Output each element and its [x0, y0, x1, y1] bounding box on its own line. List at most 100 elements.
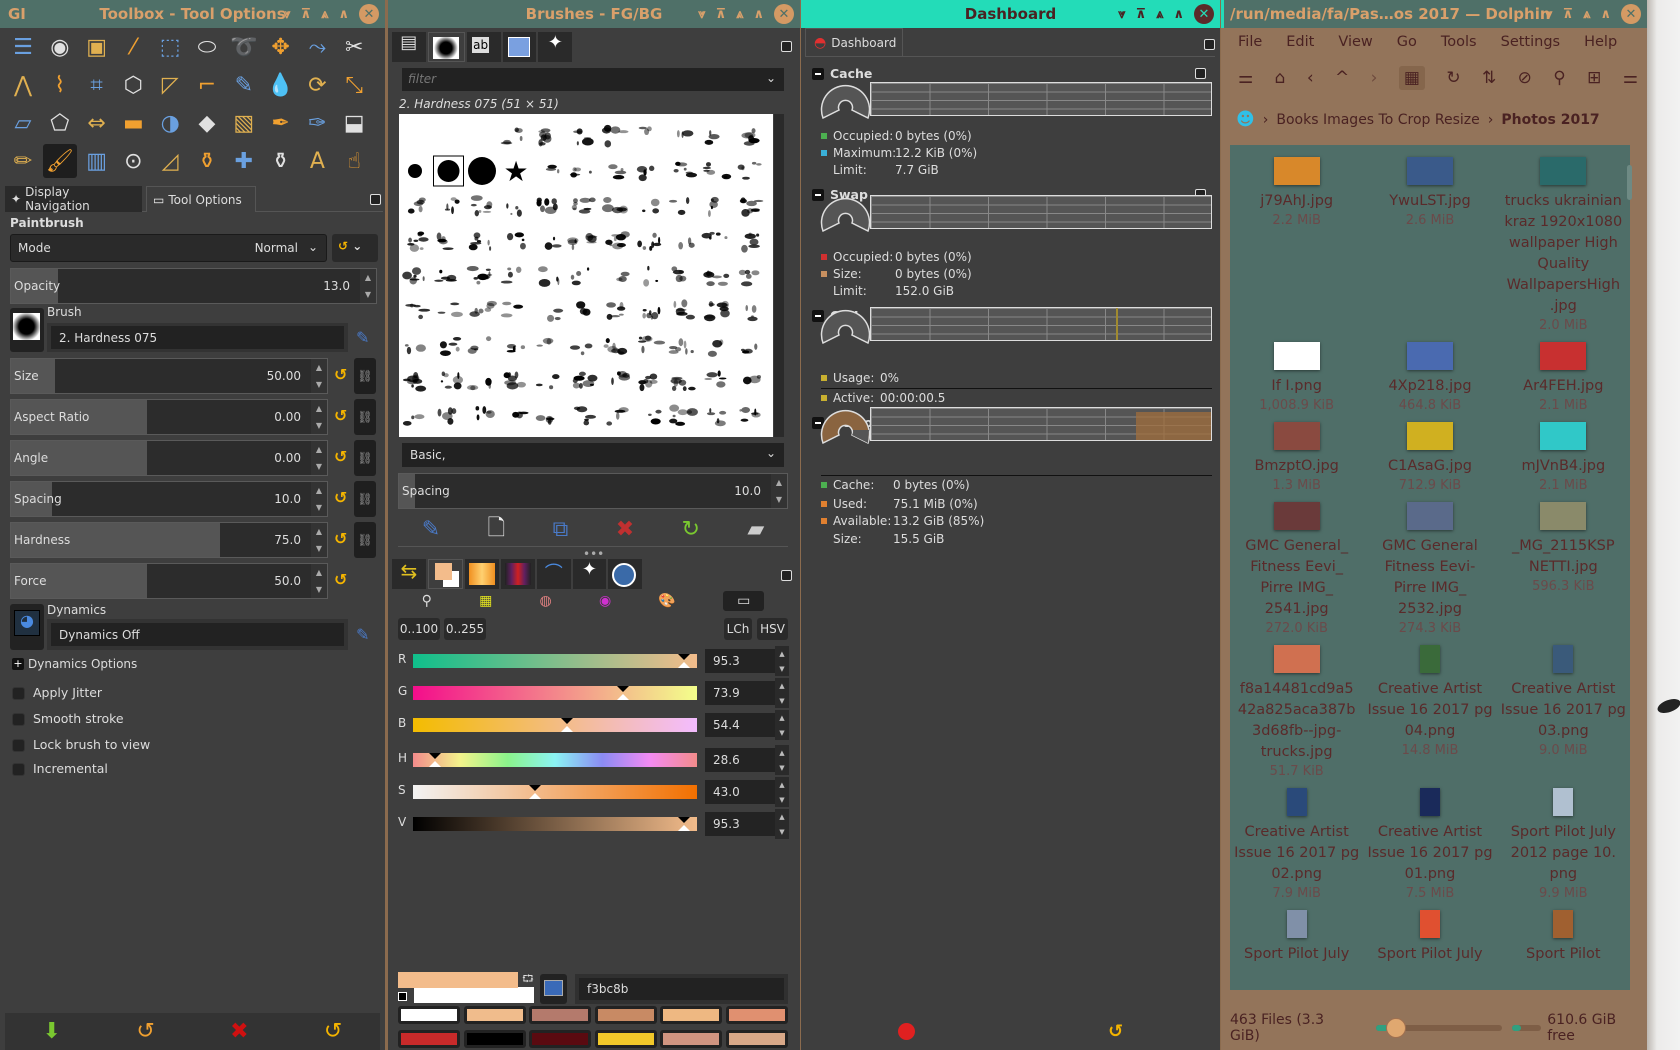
rect-select-icon[interactable]: ⬚: [153, 30, 187, 64]
move-icon[interactable]: ✥: [264, 30, 298, 64]
spinner[interactable]: ▲ ▼: [775, 777, 789, 807]
param-slider-hardness[interactable]: Hardness 75.0 ▲ ▼: [10, 522, 328, 558]
palette-icon[interactable]: 🎨: [658, 593, 675, 609]
wheel-icon[interactable]: ◉: [599, 593, 611, 609]
slider-s[interactable]: [413, 785, 697, 799]
file-item[interactable]: Creative Artist Issue 16 2017 pg 01.png 7…: [1363, 788, 1496, 902]
link-to-brush-icon[interactable]: ⛓: [354, 399, 376, 435]
scales-easel-icon[interactable]: ▭: [723, 591, 765, 611]
edit-dynamics-icon[interactable]: ✎: [356, 625, 369, 644]
handle-transform-icon[interactable]: ⬠: [43, 106, 77, 140]
record-icon[interactable]: [897, 1023, 915, 1040]
link-to-brush-icon[interactable]: ⛓: [354, 440, 376, 476]
file-item[interactable]: trucks ukrainian kraz 1920x1080 wallpape…: [1497, 157, 1630, 334]
slider-handle[interactable]: [677, 817, 690, 823]
default-colors-icon[interactable]: [398, 992, 407, 1001]
reset-icon[interactable]: ↺: [334, 447, 347, 466]
spinner[interactable]: ▲ ▼: [775, 745, 789, 775]
edit-brush-icon[interactable]: ✎: [356, 328, 369, 347]
home-icon[interactable]: ⌂: [1275, 68, 1286, 88]
forward-icon[interactable]: ›: [1371, 68, 1378, 88]
fg-select-icon[interactable]: ◉: [43, 30, 77, 64]
param-slider-aspect-ratio[interactable]: Aspect Ratio 0.00 ▲ ▼: [10, 399, 328, 435]
places-emoji-icon[interactable]: ☻: [1236, 109, 1255, 130]
param-slider-angle[interactable]: Angle 0.00 ▲ ▼: [10, 440, 328, 476]
search-icon[interactable]: ⚲: [1553, 68, 1565, 88]
menu-go[interactable]: Go: [1397, 34, 1417, 50]
reset-icon[interactable]: ↺: [1108, 1021, 1123, 1042]
layers-tab-icon[interactable]: ▤: [392, 32, 426, 62]
file-item[interactable]: Sport Pilot July: [1230, 910, 1363, 965]
spinner[interactable]: ▲ ▼: [775, 809, 789, 839]
spinner[interactable]: ▲ ▼: [775, 678, 789, 708]
scissors-icon[interactable]: ✂: [337, 30, 371, 64]
hsv-button[interactable]: HSV: [757, 618, 788, 640]
spinner[interactable]: ▲ ▼: [775, 710, 789, 740]
lch-button[interactable]: LCh: [724, 618, 752, 640]
breadcrumb-current[interactable]: Photos 2017: [1501, 112, 1599, 128]
icons-view-icon[interactable]: ▦: [1398, 66, 1425, 90]
tab-tool-options[interactable]: ▭ Tool Options: [146, 186, 256, 212]
keep-above-icon[interactable]: ⩓: [1583, 7, 1590, 22]
checkbox-smooth-stroke[interactable]: [12, 713, 25, 726]
dock-menu-button[interactable]: [1204, 39, 1215, 50]
reset-icon[interactable]: ↺: [334, 488, 347, 507]
paintbrush-icon[interactable]: 🖌: [42, 144, 77, 178]
undo-history-tab-icon[interactable]: ⇆: [392, 559, 426, 589]
back-icon[interactable]: ‹: [1307, 68, 1314, 88]
menu-help[interactable]: Help: [1584, 34, 1617, 50]
checkbox-apply-jitter[interactable]: [12, 687, 25, 700]
settings-icon[interactable]: ⚌: [1623, 68, 1638, 88]
color-history-swatch[interactable]: [463, 1006, 526, 1024]
opacity-slider[interactable]: Opacity 13.0 ▲ ▼: [10, 268, 377, 304]
slider-value[interactable]: 43.0: [705, 780, 775, 804]
reset-icon[interactable]: ↺: [334, 570, 347, 589]
slider-value[interactable]: 73.9: [705, 681, 775, 705]
file-item[interactable]: C1AsaG.jpg 712.9 KiB: [1363, 422, 1496, 494]
slider-g[interactable]: [413, 686, 697, 700]
checkbox-lock-brush-to-view[interactable]: [12, 739, 25, 752]
brush-thumbnail[interactable]: [468, 157, 496, 185]
dock-menu-button[interactable]: [781, 41, 792, 52]
duplicate-brush-icon[interactable]: ⧉: [553, 517, 569, 542]
close-icon[interactable]: ✕: [1194, 4, 1214, 24]
color-history-swatch[interactable]: [594, 1006, 657, 1024]
perspective-icon[interactable]: ⬡: [116, 68, 150, 102]
color-history-swatch[interactable]: [660, 1006, 722, 1024]
magnify-icon[interactable]: ⊙: [116, 144, 150, 178]
device-status-tab-icon[interactable]: ⌒: [536, 559, 571, 589]
foreground-select-icon[interactable]: ▣: [80, 30, 114, 64]
file-item[interactable]: Creative Artist Issue 16 2017 pg 04.png 1…: [1363, 645, 1496, 780]
color-history-swatch[interactable]: [529, 1030, 591, 1048]
keep-above-icon[interactable]: ⩓: [321, 7, 328, 22]
reset-icon[interactable]: ↺: [334, 365, 347, 384]
brush-thumbnail[interactable]: [408, 164, 422, 178]
color-picker-icon[interactable]: ✎: [227, 68, 261, 102]
file-item[interactable]: GMC General Fitness Eevi- Pirre IMG_ 253…: [1363, 502, 1496, 637]
file-item[interactable]: mJVnB4.jpg 2.1 MiB: [1497, 422, 1630, 494]
checkbox-incremental[interactable]: [12, 763, 25, 776]
dolphin-titlebar[interactable]: /run/media/fa/Pas…os 2017 — Dolphin ⩔ ⊼ ⩓ ∧…: [1221, 0, 1647, 28]
color-picker-button[interactable]: [540, 974, 567, 1004]
link-to-brush-icon[interactable]: ⛓: [354, 481, 376, 517]
fg-color-swatch[interactable]: [398, 972, 518, 988]
scale-mode-icon[interactable]: ⚲: [422, 593, 432, 609]
curves-icon[interactable]: ◿: [153, 144, 187, 178]
levels-icon[interactable]: ▥: [80, 144, 114, 178]
slider-handle[interactable]: [616, 686, 629, 692]
ellipse-select-icon[interactable]: ⬭: [190, 30, 224, 64]
hex-input[interactable]: f3bc8b: [579, 978, 784, 1000]
brush-grid[interactable]: ★: [399, 114, 773, 437]
collapse-icon[interactable]: [812, 67, 824, 80]
brush-grid-scrollbar[interactable]: [774, 114, 784, 437]
toolbox-titlebar[interactable]: GI Toolbox - Tool Options ⩔ ⊼ ⩓ ∧ ✕: [0, 0, 385, 28]
smudge-icon[interactable]: ◆: [190, 106, 224, 140]
perspective-clone-icon[interactable]: ⚱: [264, 144, 298, 178]
slider-handle[interactable]: [677, 654, 690, 660]
close-icon[interactable]: ✕: [1621, 4, 1641, 24]
heal-icon[interactable]: ✚: [227, 144, 261, 178]
reset-icon[interactable]: ↺: [334, 406, 347, 425]
color-history-swatch[interactable]: [463, 1030, 526, 1048]
file-item[interactable]: _MG_2115KSP NETTI.jpg 596.3 KiB: [1497, 502, 1630, 637]
shear-icon[interactable]: ▱: [6, 106, 40, 140]
